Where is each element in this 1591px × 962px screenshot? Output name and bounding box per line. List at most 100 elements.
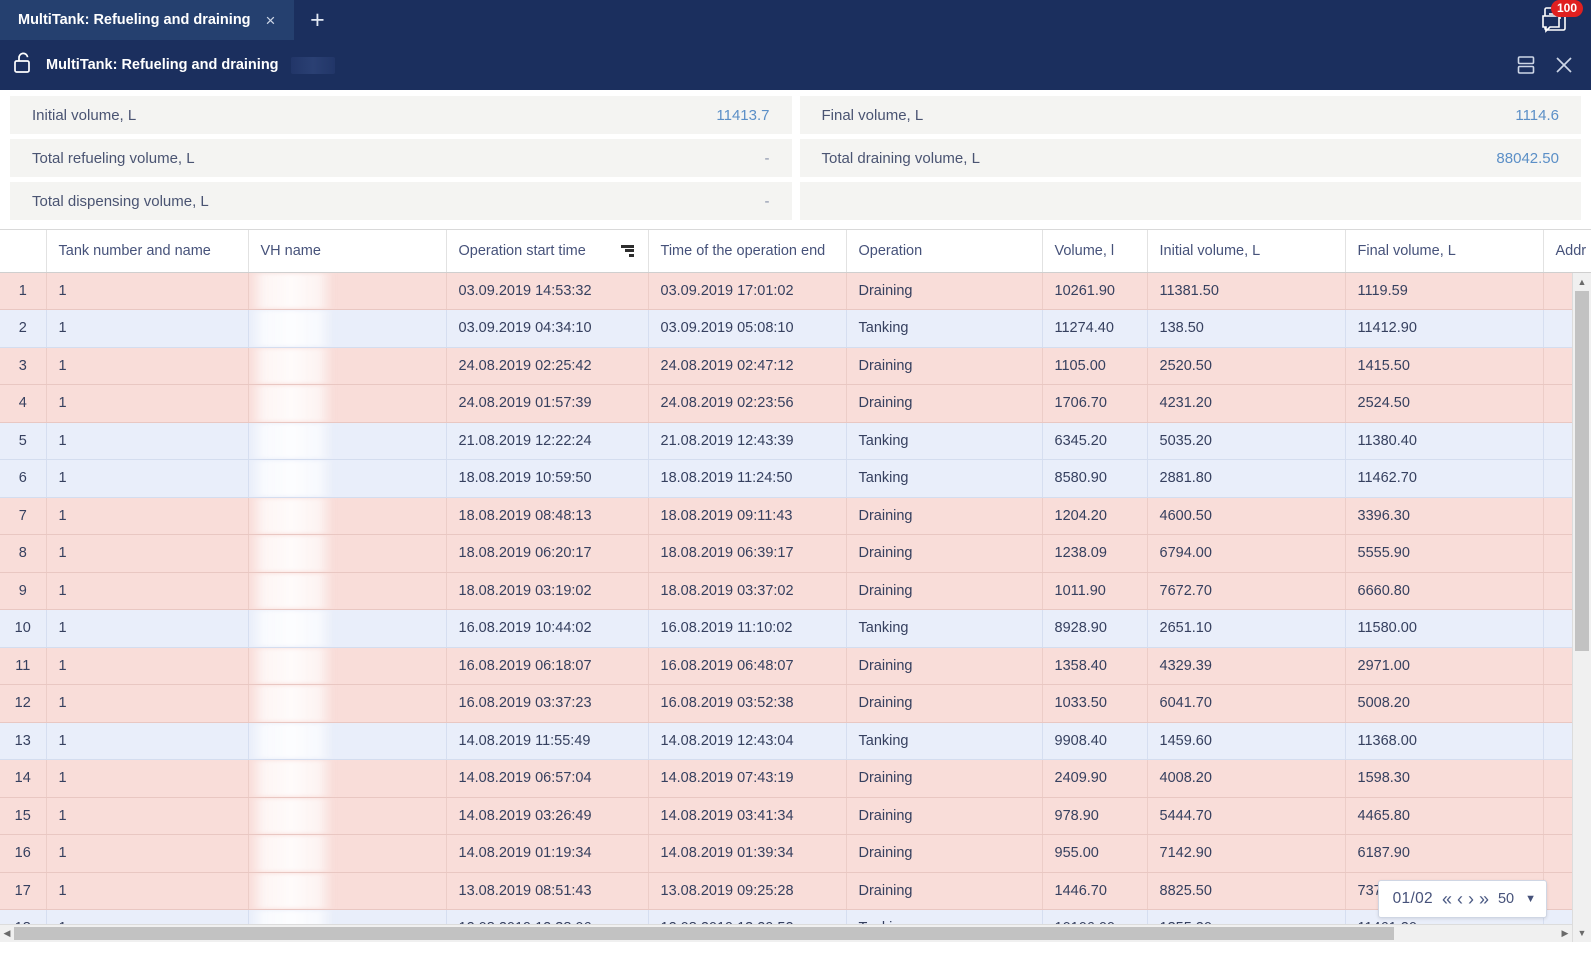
cell-end: 13.08.2019 09:25:28 — [648, 872, 847, 910]
cell-tank: 1 — [46, 422, 249, 460]
column-header-start[interactable]: Operation start time — [446, 230, 649, 273]
split-view-icon[interactable] — [1515, 54, 1537, 76]
prev-page-icon[interactable]: ‹ — [1457, 890, 1463, 908]
horizontal-scrollbar[interactable]: ◀ ▶ — [0, 924, 1572, 942]
summary-row: Total dispensing volume, L - — [10, 182, 1581, 220]
vertical-scroll-thumb[interactable] — [1575, 291, 1589, 651]
table-row[interactable]: 16 1 14.08.2019 01:19:34 14.08.2019 01:39:3… — [0, 834, 1591, 873]
cell-vh — [248, 422, 447, 460]
table-row[interactable]: 17 1 13.08.2019 08:51:43 13.08.2019 09:25:2… — [0, 872, 1591, 910]
column-header-tank[interactable]: Tank number and name — [46, 230, 249, 273]
column-header-label: Operation start time — [458, 242, 586, 259]
cell-tank: 1 — [46, 834, 249, 873]
cell-initial: 2651.10 — [1147, 609, 1346, 648]
cell-idx: 6 — [0, 459, 47, 498]
redacted-vh-name — [248, 347, 334, 384]
column-header-addr[interactable]: Addr — [1543, 230, 1591, 273]
cell-start: 16.08.2019 10:44:02 — [446, 609, 649, 648]
table-row[interactable]: 15 1 14.08.2019 03:26:49 14.08.2019 03:41:3… — [0, 797, 1591, 835]
cell-tank: 1 — [46, 272, 249, 310]
cell-final: 3396.30 — [1345, 497, 1544, 535]
operations-table-container: Tank number and name VH name Operation sta… — [0, 229, 1591, 942]
summary-total-refueling-volume: Total refueling volume, L - — [10, 139, 792, 177]
cell-idx: 10 — [0, 609, 47, 648]
close-icon[interactable] — [1553, 54, 1575, 76]
notifications-button[interactable]: 100 — [1535, 0, 1583, 38]
cell-vol: 1446.70 — [1042, 872, 1148, 910]
summary-value: 11413.7 — [716, 106, 770, 124]
table-row[interactable]: 3 1 24.08.2019 02:25:42 24.08.2019 02:47:12… — [0, 347, 1591, 385]
table-row[interactable]: 2 1 03.09.2019 04:34:10 03.09.2019 05:08:10… — [0, 309, 1591, 348]
cell-op: Tanking — [846, 722, 1043, 760]
cell-end: 24.08.2019 02:47:12 — [648, 347, 847, 385]
cell-initial: 138.50 — [1147, 309, 1346, 348]
cell-tank: 1 — [46, 759, 249, 798]
redacted-vh-name — [248, 610, 334, 647]
vertical-scrollbar[interactable]: ▲ ▼ — [1572, 273, 1591, 942]
table-row[interactable]: 12 1 16.08.2019 03:37:23 16.08.2019 03:52:3… — [0, 684, 1591, 723]
pagination-control[interactable]: 01/02 « ‹ › » 50 ▼ — [1377, 880, 1547, 918]
cell-idx: 3 — [0, 347, 47, 385]
unlocked-padlock-icon[interactable] — [12, 51, 34, 80]
table-row[interactable]: 4 1 24.08.2019 01:57:39 24.08.2019 02:23:56… — [0, 384, 1591, 423]
column-header-idx[interactable] — [0, 230, 47, 273]
column-header-label: Operation — [858, 242, 923, 259]
column-header-vol[interactable]: Volume, l — [1042, 230, 1148, 273]
table-row[interactable]: 14 1 14.08.2019 06:57:04 14.08.2019 07:43:1… — [0, 759, 1591, 798]
cell-op: Draining — [846, 684, 1043, 723]
column-header-vh[interactable]: VH name — [248, 230, 447, 273]
cell-vh — [248, 797, 447, 835]
redacted-vh-name — [248, 310, 334, 347]
scroll-right-icon[interactable]: ▶ — [1558, 925, 1572, 942]
table-row[interactable]: 7 1 18.08.2019 08:48:13 18.08.2019 09:11:43… — [0, 497, 1591, 535]
cell-end: 14.08.2019 03:41:34 — [648, 797, 847, 835]
cell-tank: 1 — [46, 797, 249, 835]
summary-final-volume: Final volume, L 1114.6 — [799, 96, 1581, 134]
cell-end: 14.08.2019 07:43:19 — [648, 759, 847, 798]
new-tab-icon[interactable]: + — [294, 0, 340, 40]
table-row[interactable]: 6 1 18.08.2019 10:59:50 18.08.2019 11:24:50… — [0, 459, 1591, 498]
scroll-left-icon[interactable]: ◀ — [0, 925, 14, 942]
table-row[interactable]: 1 1 03.09.2019 14:53:32 03.09.2019 17:01:02… — [0, 272, 1591, 310]
column-header-final[interactable]: Final volume, L — [1345, 230, 1544, 273]
cell-op: Draining — [846, 272, 1043, 310]
cell-tank: 1 — [46, 497, 249, 535]
cell-op: Draining — [846, 497, 1043, 535]
chevron-down-icon[interactable]: ▼ — [1523, 893, 1536, 905]
redacted-vh-name — [248, 422, 334, 459]
column-header-end[interactable]: Time of the operation end — [648, 230, 847, 273]
cell-vh — [248, 384, 447, 423]
table-row[interactable]: 8 1 18.08.2019 06:20:17 18.08.2019 06:39:17… — [0, 534, 1591, 573]
table-row[interactable]: 5 1 21.08.2019 12:22:24 21.08.2019 12:43:39… — [0, 422, 1591, 460]
horizontal-scroll-thumb[interactable] — [14, 927, 1394, 940]
close-icon[interactable]: × — [261, 10, 281, 31]
table-row[interactable]: 11 1 16.08.2019 06:18:07 16.08.2019 06:48:0… — [0, 647, 1591, 685]
tab-multitank[interactable]: MultiTank: Refueling and draining × — [0, 0, 295, 40]
cell-start: 13.08.2019 08:51:43 — [446, 872, 649, 910]
first-page-icon[interactable]: « — [1442, 890, 1452, 908]
cell-start: 03.09.2019 04:34:10 — [446, 309, 649, 348]
table-row[interactable]: 10 1 16.08.2019 10:44:02 16.08.2019 11:10:0… — [0, 609, 1591, 648]
cell-vol: 1033.50 — [1042, 684, 1148, 723]
summary-total-draining-volume: Total draining volume, L 88042.50 — [799, 139, 1581, 177]
cell-vh — [248, 534, 447, 573]
table-row[interactable]: 13 1 14.08.2019 11:55:49 14.08.2019 12:43:0… — [0, 722, 1591, 760]
sort-descending-icon[interactable] — [620, 244, 634, 257]
table-body: 1 1 03.09.2019 14:53:32 03.09.2019 17:01:02… — [0, 272, 1591, 942]
last-page-icon[interactable]: » — [1479, 890, 1489, 908]
next-page-icon[interactable]: › — [1468, 890, 1474, 908]
page-indicator: 01/02 — [1392, 890, 1433, 907]
cell-tank: 1 — [46, 309, 249, 348]
cell-op: Draining — [846, 797, 1043, 835]
cell-vh — [248, 459, 447, 498]
rows-per-page-value[interactable]: 50 — [1498, 891, 1514, 907]
table-row[interactable]: 9 1 18.08.2019 03:19:02 18.08.2019 03:37:02… — [0, 572, 1591, 610]
redacted-badge — [290, 56, 335, 74]
scroll-up-icon[interactable]: ▲ — [1573, 273, 1591, 291]
cell-final: 11380.40 — [1345, 422, 1544, 460]
cell-end: 16.08.2019 11:10:02 — [648, 609, 847, 648]
cell-start: 14.08.2019 03:26:49 — [446, 797, 649, 835]
column-header-op[interactable]: Operation — [846, 230, 1043, 273]
column-header-initial[interactable]: Initial volume, L — [1147, 230, 1346, 273]
scroll-down-icon[interactable]: ▼ — [1573, 924, 1591, 942]
